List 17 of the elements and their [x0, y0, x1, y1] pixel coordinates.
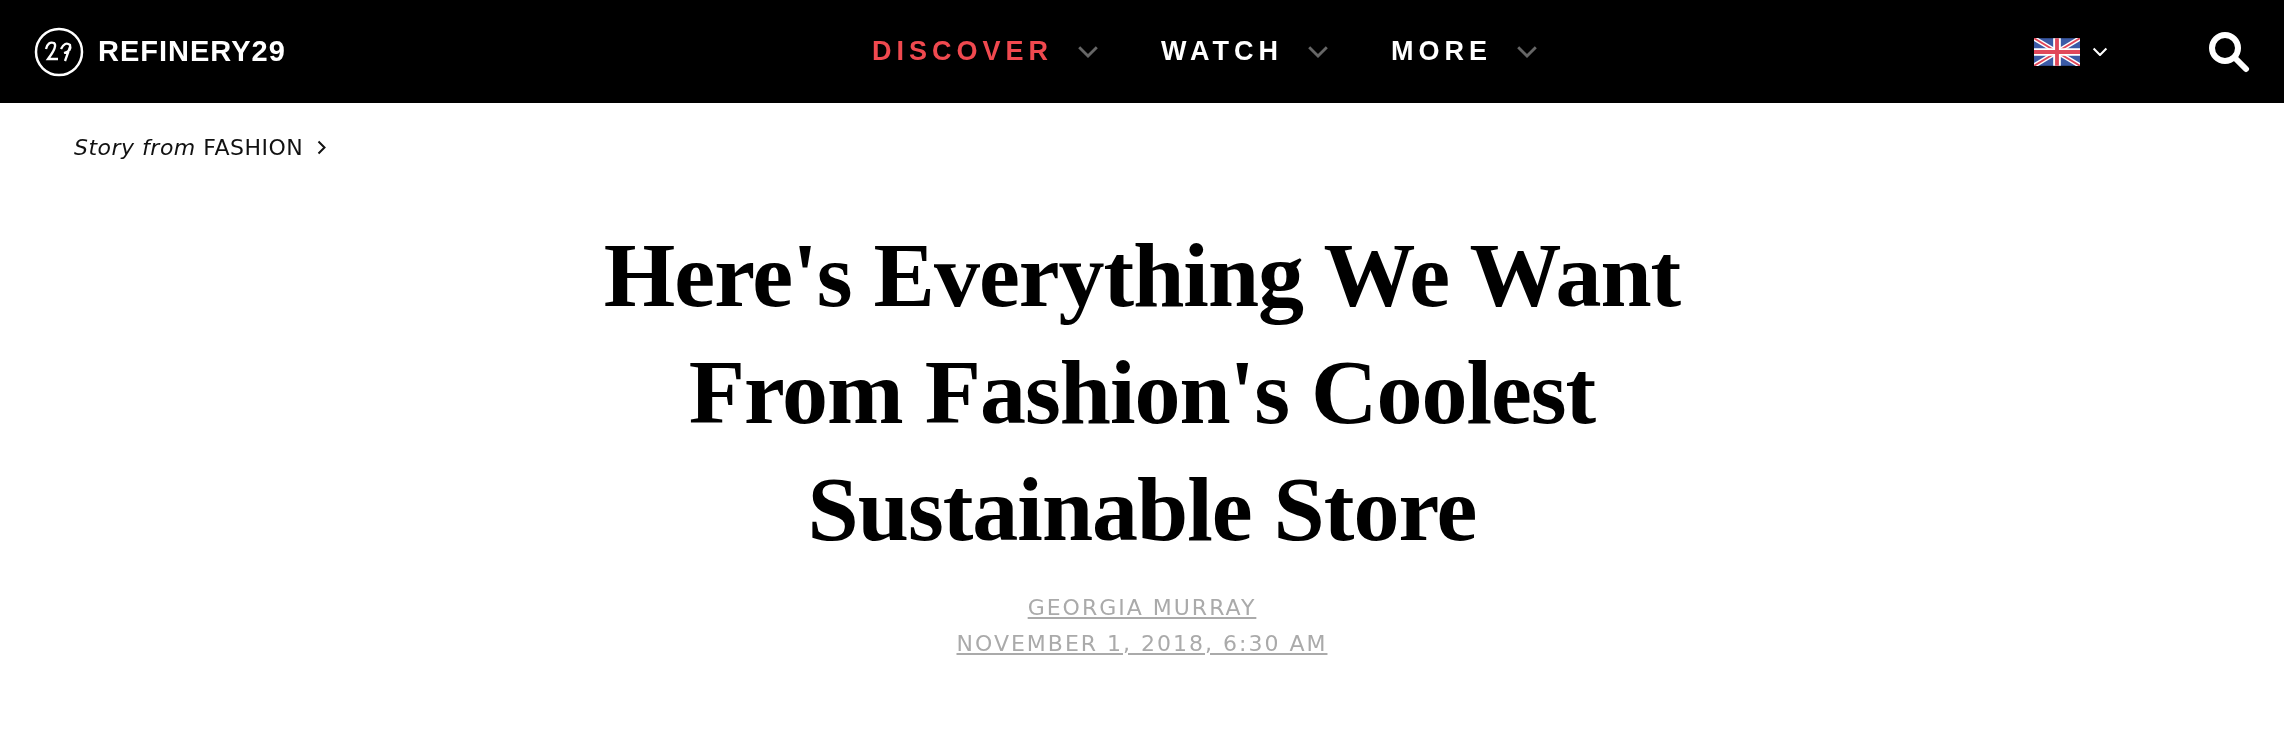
- search-button[interactable]: [2208, 30, 2250, 73]
- logo-link[interactable]: REFINERY29: [34, 26, 286, 77]
- search-icon: [2208, 30, 2250, 73]
- chevron-down-icon: [2092, 46, 2108, 57]
- logo-icon: [34, 26, 84, 77]
- nav-tab[interactable]: DISCOVER: [871, 30, 1099, 73]
- nav-tab[interactable]: MORE: [1390, 30, 1538, 73]
- language-selector[interactable]: [2034, 37, 2108, 66]
- chevron-down-icon: [1306, 44, 1329, 59]
- breadcrumb-link[interactable]: Story from FASHION: [74, 134, 304, 160]
- chevron-down-icon: [1076, 44, 1099, 59]
- logo-text: REFINERY29: [98, 35, 286, 68]
- flag-icon: [2034, 37, 2080, 66]
- nav-tab[interactable]: WATCH: [1160, 30, 1329, 73]
- chevron-right-icon: [317, 139, 327, 155]
- article-title: Here's Everything We Want From Fashion's Coolest Sustainable Store: [602, 223, 1682, 562]
- chevron-down-icon: [1515, 44, 1538, 59]
